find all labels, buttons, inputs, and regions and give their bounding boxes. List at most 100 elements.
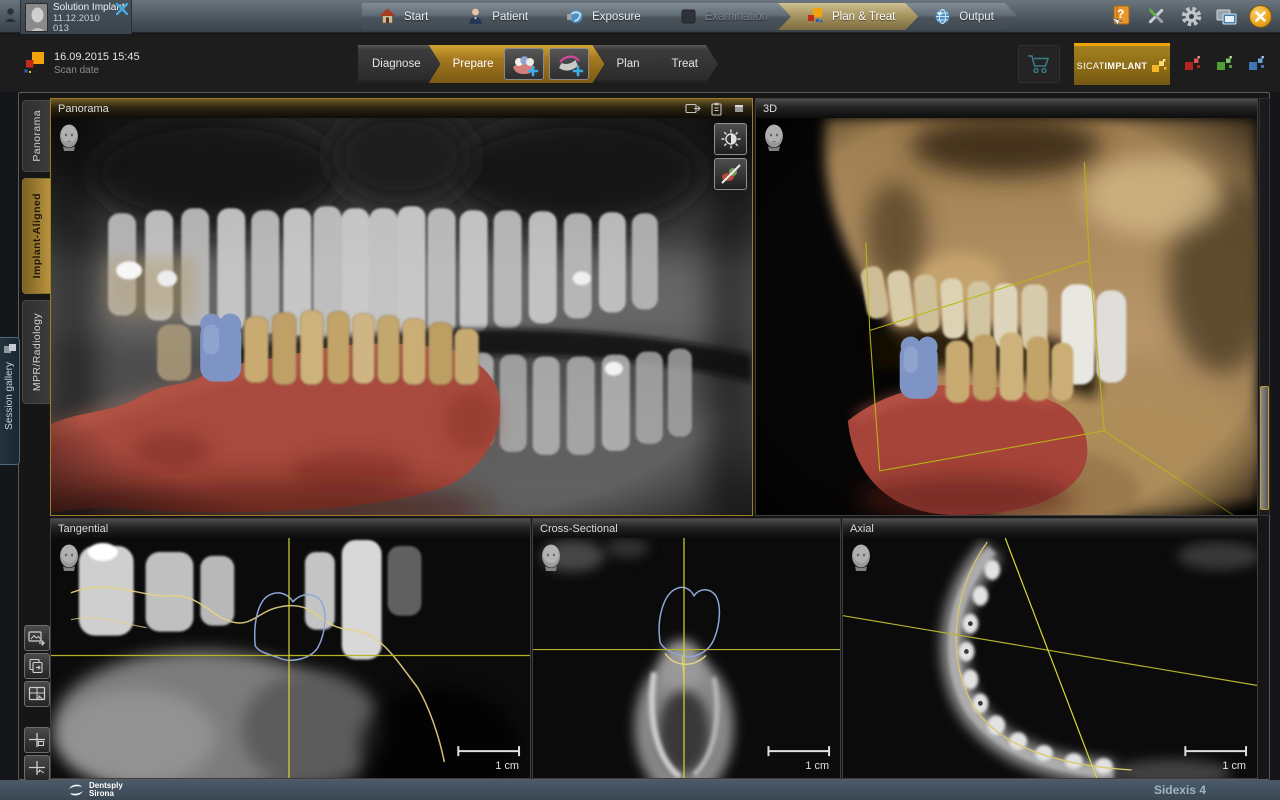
step-diagnose[interactable]: Diagnose (358, 45, 441, 83)
hide-objects-button[interactable] (714, 158, 747, 190)
orientation-head-icon (58, 124, 80, 151)
export-view-icon[interactable] (685, 102, 701, 115)
copy-view-button[interactable] (24, 653, 50, 679)
add-optical-impression-button[interactable] (504, 48, 544, 80)
status-bar: Dentsply Sirona Sidexis 4 (0, 780, 1280, 800)
plan-treat-squares-icon (806, 7, 825, 26)
center-crosshair-icon (28, 732, 46, 748)
view-axial: Axial (842, 518, 1258, 779)
brightness-contrast-button[interactable] (714, 123, 747, 155)
sicat-app-green-button[interactable] (1216, 55, 1234, 73)
phase-label: Output (959, 11, 994, 23)
sicat-logo-icon (24, 51, 46, 75)
phase-tab-output[interactable]: Output (905, 3, 1018, 30)
view-tangential: Tangential (50, 518, 531, 779)
app-root: Solution Implant 11.12.2010 013 Start (0, 0, 1280, 800)
tools-icon (1145, 5, 1167, 27)
help-button[interactable]: ? (1109, 4, 1133, 28)
close-app-button[interactable] (1249, 5, 1272, 28)
maximize-view-icon[interactable] (733, 103, 745, 114)
title-bar: Solution Implant 11.12.2010 013 Start (0, 0, 1280, 33)
jump-to-crosshair-button[interactable] (24, 755, 50, 781)
view-title: 3D (763, 103, 777, 115)
shopping-cart-icon (1026, 52, 1052, 76)
phase-label: Exposure (592, 11, 641, 23)
add-optical-impression-icon (509, 51, 539, 77)
window-controls: ? (1109, 4, 1272, 28)
reset-layout-icon (28, 686, 46, 702)
gear-icon (1180, 5, 1203, 28)
sicat-product: IMPLANT (1105, 61, 1148, 71)
product-name: Sidexis 4 (1154, 783, 1206, 797)
hide-objects-icon (720, 163, 742, 185)
sicat-app-blue-button[interactable] (1248, 55, 1266, 73)
tangential-slice-image: 1 cm (51, 538, 530, 778)
orientation-head-icon (58, 544, 80, 571)
session-gallery-tab[interactable]: Session gallery (0, 337, 20, 465)
person-icon (466, 7, 485, 26)
3d-volume-rendering (756, 118, 1257, 515)
phase-tab-start[interactable]: Start (362, 3, 452, 30)
axial-canvas[interactable]: 1 cm (843, 538, 1257, 778)
phase-label: Start (404, 11, 428, 23)
step-prepare[interactable]: Prepare (429, 45, 605, 83)
app-user-icon (4, 7, 17, 23)
dentsply-sirona-logo-icon (68, 783, 84, 798)
copy-to-clipboard-icon[interactable] (710, 102, 724, 116)
3d-canvas[interactable] (756, 118, 1257, 515)
close-icon (1255, 11, 1266, 22)
globe-output-icon (933, 7, 952, 26)
tangential-canvas[interactable]: 1 cm (51, 538, 530, 778)
workspace-tab-label: MPR/Radiology (31, 313, 43, 391)
cross-sectional-slice-image: 1 cm (533, 538, 840, 778)
3d-depth-slider[interactable] (1259, 98, 1270, 516)
orientation-head-icon (540, 544, 562, 571)
export-screenshot-button[interactable] (24, 625, 50, 651)
jump-to-crosshair-icon (28, 760, 46, 776)
step-label: Plan (617, 58, 640, 70)
reset-layout-button[interactable] (24, 681, 50, 707)
help-glyph: ? (1117, 7, 1124, 21)
sicat-app-red-button[interactable] (1184, 55, 1202, 73)
phase-tab-plan-treat[interactable]: Plan & Treat (778, 3, 919, 30)
settings-button[interactable] (1179, 4, 1203, 28)
window-layout-button[interactable] (1214, 4, 1238, 28)
add-panoramic-curve-button[interactable] (549, 48, 589, 80)
shopping-cart-button[interactable] (1018, 45, 1060, 83)
scale-label: 1 cm (1222, 760, 1246, 772)
workflow-steps: Diagnose Prepare (358, 45, 718, 83)
active-patient-tab[interactable]: Solution Implant 11.12.2010 013 (20, 0, 132, 37)
sicat-brand: SICAT (1077, 61, 1105, 71)
center-crosshair-button[interactable] (24, 727, 50, 753)
axial-slice-image: 1 cm (843, 538, 1257, 778)
view-title: Panorama (58, 103, 109, 115)
phase-tab-exposure[interactable]: Exposure (538, 3, 665, 30)
step-label: Treat (672, 58, 698, 70)
slider-handle[interactable] (1260, 386, 1269, 510)
tools-button[interactable] (1144, 4, 1168, 28)
close-patient-icon[interactable] (116, 3, 128, 15)
step-label: Prepare (453, 58, 494, 70)
phase-tab-patient[interactable]: Patient (438, 3, 552, 30)
brand-line-2: Sirona (89, 790, 123, 798)
tangential-title-bar: Tangential (51, 519, 530, 538)
view-title: Axial (850, 523, 874, 535)
scan-datetime: 16.09.2015 15:45 (54, 51, 140, 64)
scale-label: 1 cm (805, 760, 829, 772)
gallery-icon (4, 344, 16, 354)
patient-name: Solution Implant (53, 3, 125, 14)
sicat-implant-button[interactable]: SICATIMPLANT (1074, 43, 1170, 85)
scale-label: 1 cm (495, 760, 519, 772)
workspace-tab-panorama[interactable]: Panorama (22, 100, 51, 172)
panorama-title-bar: Panorama (51, 99, 752, 118)
brightness-contrast-icon (720, 128, 742, 150)
scan-info: 16.09.2015 15:45 Scan date (24, 51, 140, 77)
workspace-frame: Panorama Implant-Aligned MPR/Radiology (18, 92, 1270, 780)
session-gallery-label: Session gallery (4, 362, 15, 430)
workspace-tab-implant-aligned[interactable]: Implant-Aligned (22, 178, 51, 294)
workspace-tab-label: Implant-Aligned (31, 193, 43, 278)
view-title: Tangential (58, 523, 108, 535)
panorama-canvas[interactable] (51, 118, 752, 515)
workspace-tab-mpr-radiology[interactable]: MPR/Radiology (22, 300, 51, 404)
cross-sectional-canvas[interactable]: 1 cm (533, 538, 840, 778)
